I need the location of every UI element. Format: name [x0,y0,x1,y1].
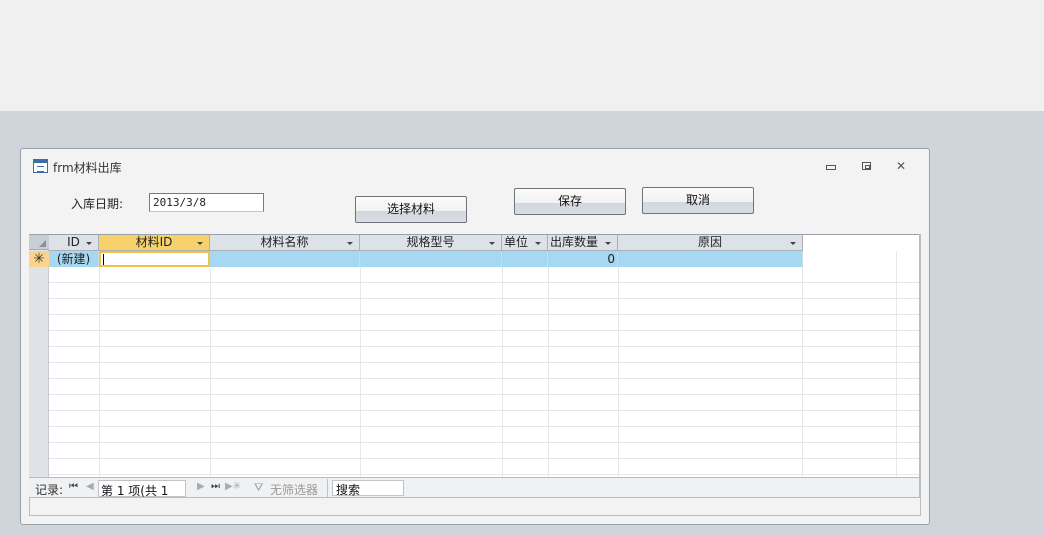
column-header-label: 原因 [697,235,722,249]
column-header-material-name[interactable]: 材料名称 [210,235,360,251]
select-material-button[interactable]: 选择材料 [355,196,467,223]
column-header-row: ID 材料ID 材料名称 规格型号 单位 出库数量 原因 [49,235,803,251]
grid-line [802,251,803,478]
record-selector-column [29,235,49,478]
cell-material-id[interactable] [99,251,210,267]
dropdown-arrow-icon[interactable] [605,242,611,245]
cell-reason[interactable] [618,251,803,267]
datasheet: ✳ ID 材料ID 材料名称 规格型号 单位 出库数量 原因 (新建) 0 [29,234,921,478]
save-button[interactable]: 保存 [514,188,626,215]
search-input[interactable]: 搜索 [332,480,404,497]
previous-record-button[interactable]: ◀ [86,481,94,492]
cell-material-name[interactable] [210,251,360,267]
grid-line [502,251,503,478]
cell-spec[interactable] [360,251,502,267]
record-position-input[interactable]: 第 1 项(共 1 项) [98,480,186,515]
grid-line [360,251,361,478]
last-record-button[interactable]: ⏭ [211,481,220,492]
form-window: frm材料出库 ✕ 入库日期: 2013/3/8 选择材料 保存 取消 ✳ ID… [20,148,930,525]
dropdown-arrow-icon[interactable] [790,242,796,245]
title-bar: frm材料出库 ✕ [21,149,929,179]
date-input[interactable]: 2013/3/8 [149,193,264,212]
restore-icon [861,162,871,170]
first-record-button[interactable]: ⏮ [69,481,78,492]
grid-line [548,251,549,478]
column-header-label: 材料ID [135,235,173,249]
record-label: 记录: [35,483,64,497]
column-header-label: 材料名称 [260,235,309,249]
column-header-quantity[interactable]: 出库数量 [548,235,618,251]
next-record-button[interactable]: ▶ [197,481,205,492]
funnel-icon: ⛛ [254,481,264,494]
cell-quantity[interactable]: 0 [548,251,618,267]
new-record-selector[interactable]: ✳ [29,251,49,267]
column-header-label: 出库数量 [550,235,599,249]
cell-id[interactable]: (新建) [49,251,99,267]
window-title: frm材料出库 [53,161,122,175]
grid-line [210,251,211,478]
form-icon [33,159,48,173]
grid-line [618,251,619,478]
cell-unit[interactable] [502,251,548,267]
dropdown-arrow-icon[interactable] [347,242,353,245]
restore-button[interactable] [855,158,877,174]
new-record-row: (新建) 0 [49,251,803,267]
column-header-id[interactable]: ID [49,235,99,251]
grid-line [896,251,897,478]
divider [327,479,328,497]
minimize-button[interactable] [820,158,842,174]
dropdown-arrow-icon[interactable] [489,242,495,245]
column-header-spec[interactable]: 规格型号 [360,235,502,251]
ribbon-area [0,0,1044,111]
column-header-label: 规格型号 [406,235,455,249]
column-header-unit[interactable]: 单位 [502,235,548,251]
select-all-button[interactable] [29,235,49,250]
column-header-material-id[interactable]: 材料ID [99,235,210,251]
close-button[interactable]: ✕ [890,158,912,174]
dropdown-arrow-icon[interactable] [86,242,92,245]
record-navigation-bar: 记录: ⏮ ◀ 第 1 项(共 1 项) ▶ ⏭ ▶✳ ⛛ 无筛选器 搜索 [29,477,919,515]
grid-line [99,251,100,478]
filter-status-button[interactable]: 无筛选器 [270,481,318,498]
empty-grid [49,267,921,478]
dropdown-arrow-icon[interactable] [535,242,541,245]
datasheet-border [919,234,921,498]
column-header-reason[interactable]: 原因 [618,235,803,251]
cancel-button[interactable]: 取消 [642,187,754,214]
date-label: 入库日期: [71,197,124,211]
form-footer [29,498,921,516]
minimize-icon [826,165,836,170]
new-record-button[interactable]: ▶✳ [225,481,241,492]
column-header-label: ID [67,235,80,249]
dropdown-arrow-icon[interactable] [197,242,203,245]
column-header-label: 单位 [504,235,529,249]
